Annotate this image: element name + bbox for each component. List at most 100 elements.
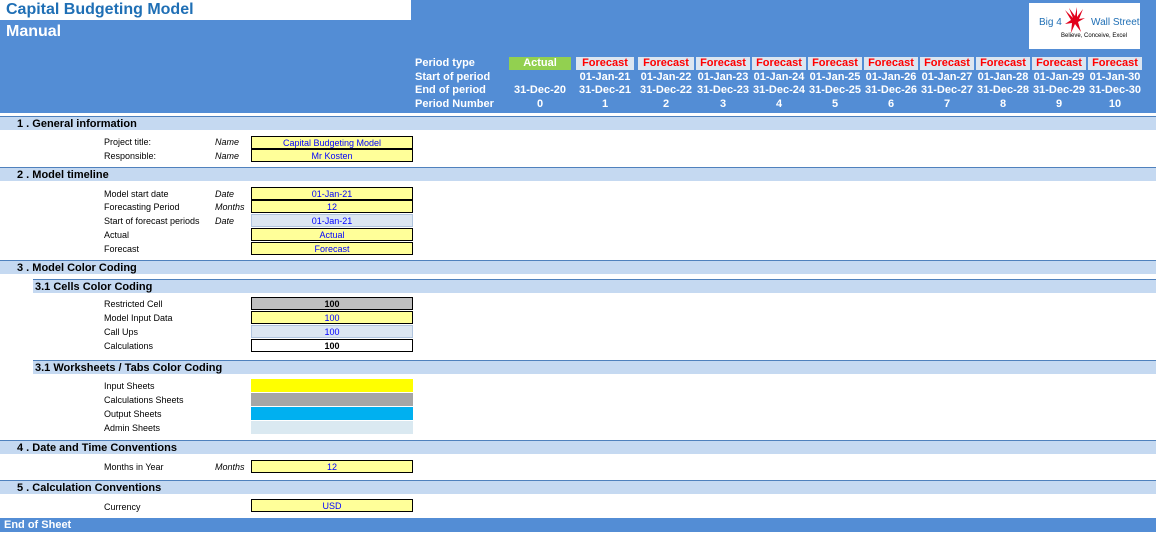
logo-text-left: Big 4 xyxy=(1039,17,1062,28)
forecast-input[interactable]: Forecast xyxy=(251,242,413,255)
start-forecast-unit: Date xyxy=(215,216,235,226)
start-forecast-cell[interactable]: 01-Jan-21 xyxy=(251,214,413,227)
calculations-sheets-swatch[interactable] xyxy=(251,393,413,406)
end-of-sheet-bar: End of Sheet xyxy=(0,518,1156,532)
end-of-period-cell[interactable]: 31-Dec-20 xyxy=(509,84,571,96)
responsible-unit: Name xyxy=(215,151,240,161)
section-heading: 3 . Model Color Coding xyxy=(17,262,137,274)
call-ups-label: Call Ups xyxy=(104,327,139,337)
start-of-period-cell[interactable]: 01-Jan-26 xyxy=(864,71,918,83)
end-of-period-cell[interactable]: 31-Dec-21 xyxy=(576,84,634,96)
subsection-heading: 3.1 Cells Color Coding xyxy=(35,281,153,293)
period-type-cell[interactable]: Forecast xyxy=(752,57,806,70)
subsection-heading: 3.1 Worksheets / Tabs Color Coding xyxy=(35,362,223,374)
period-number-cell[interactable]: 8 xyxy=(976,98,1030,110)
start-of-period-cell[interactable]: 01-Jan-25 xyxy=(808,71,862,83)
period-type-cell[interactable]: Forecast xyxy=(920,57,974,70)
forecasting-period-unit: Months xyxy=(215,202,245,212)
logo: Big 4 Wall Street Believe, Conceive, Exc… xyxy=(1029,3,1140,49)
months-in-year-input[interactable]: 12 xyxy=(251,460,413,473)
currency-input[interactable]: USD xyxy=(251,499,413,512)
start-of-period-cell[interactable]: 01-Jan-28 xyxy=(976,71,1030,83)
period-number-cell[interactable]: 9 xyxy=(1032,98,1086,110)
actual-input[interactable]: Actual xyxy=(251,228,413,241)
period-number-cell[interactable]: 7 xyxy=(920,98,974,110)
restricted-cell-sample[interactable]: 100 xyxy=(251,297,413,310)
admin-sheets-swatch[interactable] xyxy=(251,421,413,434)
call-ups-sample[interactable]: 100 xyxy=(251,325,413,338)
page-title: Manual xyxy=(6,23,62,40)
logo-tagline: Believe, Conceive, Excel xyxy=(1061,33,1128,39)
forecasting-period-input[interactable]: 12 xyxy=(251,200,413,213)
months-in-year-unit: Months xyxy=(215,462,245,472)
period-number-cell[interactable]: 5 xyxy=(808,98,862,110)
period-type-cell[interactable]: Forecast xyxy=(1032,57,1086,70)
end-of-period-cell[interactable]: 31-Dec-27 xyxy=(920,84,974,96)
forecasting-period-label: Forecasting Period xyxy=(104,202,180,212)
calculations-label: Calculations xyxy=(104,341,154,351)
calculations-sample[interactable]: 100 xyxy=(251,339,413,352)
period-number-cell[interactable]: 2 xyxy=(638,98,694,110)
section-calculation-conventions[interactable]: 5 . Calculation Conventions xyxy=(0,480,1156,494)
input-sheets-swatch[interactable] xyxy=(251,379,413,392)
section-general-information[interactable]: 1 . General information xyxy=(0,116,1156,130)
output-sheets-swatch[interactable] xyxy=(251,407,413,420)
period-number-cell[interactable]: 4 xyxy=(752,98,806,110)
calculations-sheets-label: Calculations Sheets xyxy=(104,395,184,405)
months-in-year-label: Months in Year xyxy=(104,462,164,472)
section-model-color-coding[interactable]: 3 . Model Color Coding xyxy=(0,260,1156,274)
start-of-period-cell[interactable]: 01-Jan-30 xyxy=(1088,71,1142,83)
end-of-period-cell[interactable]: 31-Dec-26 xyxy=(864,84,918,96)
end-of-period-cell[interactable]: 31-Dec-23 xyxy=(696,84,750,96)
subsection-tabs-color-coding[interactable]: 3.1 Worksheets / Tabs Color Coding xyxy=(33,360,1156,374)
period-type-cell[interactable]: Forecast xyxy=(696,57,750,70)
start-of-period-cell[interactable]: 01-Jan-29 xyxy=(1032,71,1086,83)
input-sheets-label: Input Sheets xyxy=(104,381,155,391)
end-of-period-cell[interactable]: 31-Dec-28 xyxy=(976,84,1030,96)
end-of-sheet-label: End of Sheet xyxy=(4,519,72,531)
period-type-cell[interactable]: Forecast xyxy=(864,57,918,70)
period-number-cell[interactable]: 6 xyxy=(864,98,918,110)
end-of-period-cell[interactable]: 31-Dec-24 xyxy=(752,84,806,96)
project-title-label: Project title: xyxy=(104,137,152,147)
start-of-period-cell[interactable]: 01-Jan-23 xyxy=(696,71,750,83)
start-period-label: Start of period xyxy=(415,71,491,83)
period-number-label: Period Number xyxy=(415,98,494,110)
model-input-sample[interactable]: 100 xyxy=(251,311,413,324)
start-of-period-cell[interactable]: 01-Jan-24 xyxy=(752,71,806,83)
end-period-label: End of period xyxy=(415,84,486,96)
end-of-period-cell[interactable]: 31-Dec-29 xyxy=(1032,84,1086,96)
period-type-cell[interactable]: Forecast xyxy=(576,57,634,70)
period-type-cell[interactable]: Forecast xyxy=(976,57,1030,70)
period-number-cell[interactable]: 10 xyxy=(1088,98,1142,110)
period-type-cell[interactable]: Actual xyxy=(509,57,571,70)
subsection-cells-color-coding[interactable]: 3.1 Cells Color Coding xyxy=(33,279,1156,293)
section-heading: 5 . Calculation Conventions xyxy=(17,482,162,494)
period-type-cell[interactable]: Forecast xyxy=(638,57,694,70)
responsible-label: Responsible: xyxy=(104,151,157,161)
period-type-label: Period type xyxy=(415,57,475,69)
start-of-period-cell[interactable]: 01-Jan-27 xyxy=(920,71,974,83)
forecast-label: Forecast xyxy=(104,244,140,254)
logo-text-right: Wall Street xyxy=(1091,17,1140,28)
end-of-period-cell[interactable]: 31-Dec-22 xyxy=(638,84,694,96)
start-forecast-label: Start of forecast periods xyxy=(104,216,200,226)
restricted-cell-label: Restricted Cell xyxy=(104,299,163,309)
period-number-cell[interactable]: 1 xyxy=(576,98,634,110)
section-model-timeline[interactable]: 2 . Model timeline xyxy=(0,167,1156,181)
period-number-cell[interactable]: 0 xyxy=(509,98,571,110)
period-type-cell[interactable]: Forecast xyxy=(808,57,862,70)
project-title-input[interactable]: Capital Budgeting Model xyxy=(251,136,413,149)
end-of-period-cell[interactable]: 31-Dec-25 xyxy=(808,84,862,96)
section-date-time-conventions[interactable]: 4 . Date and Time Conventions xyxy=(0,440,1156,454)
model-start-date-input[interactable]: 01-Jan-21 xyxy=(251,187,413,200)
period-number-cell[interactable]: 3 xyxy=(696,98,750,110)
start-of-period-cell[interactable]: 01-Jan-21 xyxy=(576,71,634,83)
responsible-input[interactable]: Mr Kosten xyxy=(251,149,413,162)
period-type-cell[interactable]: Forecast xyxy=(1088,57,1142,70)
model-start-date-label: Model start date xyxy=(104,189,169,199)
project-title-unit: Name xyxy=(215,137,240,147)
end-of-period-cell[interactable]: 31-Dec-30 xyxy=(1088,84,1142,96)
admin-sheets-label: Admin Sheets xyxy=(104,423,161,433)
start-of-period-cell[interactable]: 01-Jan-22 xyxy=(638,71,694,83)
